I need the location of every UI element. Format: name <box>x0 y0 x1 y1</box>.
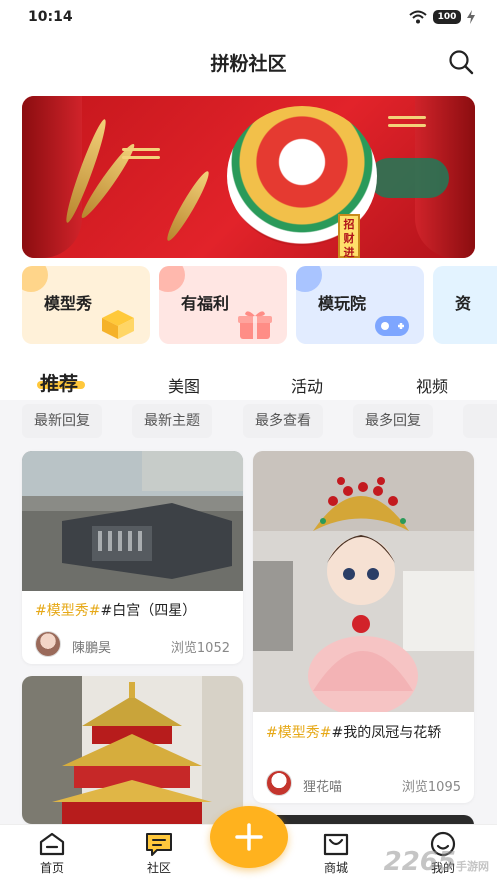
post-card[interactable]: #模型秀##我的凤冠与花轿 狸花喵 浏览1095 <box>253 451 474 803</box>
post-image <box>22 676 243 824</box>
category-label: 有福利 <box>181 294 230 313</box>
category-welfare[interactable]: 有福利 <box>159 266 287 344</box>
gold-leaf-decoration <box>162 168 214 244</box>
lucky-sign: 招财进 <box>338 214 360 258</box>
wifi-icon <box>409 10 427 24</box>
tab-events[interactable]: 活动 <box>291 373 323 397</box>
nav-label: 商城 <box>323 861 348 875</box>
post-image <box>22 451 243 591</box>
promo-banner[interactable]: 招财进 <box>22 96 475 258</box>
filter-more[interactable] <box>463 404 497 438</box>
filter-most-viewed[interactable]: 最多查看 <box>243 404 323 438</box>
post-views: 浏览1095 <box>401 780 461 795</box>
wave-decoration <box>388 116 426 119</box>
avatar[interactable] <box>35 631 61 657</box>
filter-latest-topic[interactable]: 最新主题 <box>132 404 212 438</box>
category-model-hall[interactable]: 模玩院 <box>296 266 424 344</box>
site-watermark: 2265手游网 <box>384 847 489 877</box>
category-label: 模玩院 <box>318 294 367 313</box>
gift-icon <box>238 311 272 339</box>
page-title: 拼粉社区 <box>210 52 287 75</box>
category-model-show[interactable]: 模型秀 <box>22 266 150 344</box>
nav-label: 社区 <box>146 861 171 875</box>
post-card[interactable]: #模型秀##白宫（四星） 陳鵬昊 浏览1052 <box>22 451 243 664</box>
nav-home[interactable]: 首页 <box>22 831 82 876</box>
post-author[interactable]: 狸花喵 <box>303 776 342 795</box>
watermark-sub: 手游网 <box>456 860 489 873</box>
category-label: 模型秀 <box>44 294 93 313</box>
charging-icon <box>467 10 475 24</box>
wave-decoration <box>388 124 426 127</box>
nav-community[interactable]: 社区 <box>129 831 189 876</box>
content-tabs: 推荐 美图 活动 视频 <box>0 364 497 400</box>
nav-label: 首页 <box>39 861 64 875</box>
nav-shop[interactable]: 商城 <box>306 831 366 876</box>
post-author[interactable]: 陳鵬昊 <box>72 637 111 656</box>
home-icon <box>39 832 65 856</box>
gamepad-icon <box>375 316 409 336</box>
post-title-text: #我的凤冠与花轿 <box>331 725 442 741</box>
category-blob <box>296 266 322 292</box>
avatar[interactable] <box>266 770 292 796</box>
status-bar: 10:14 100 <box>0 0 497 34</box>
tab-videos[interactable]: 视频 <box>416 373 448 397</box>
filter-latest-reply[interactable]: 最新回复 <box>22 404 102 438</box>
top-bar: 拼粉社区 <box>0 34 497 90</box>
sort-filters: 最新回复 最新主题 最多查看 最多回复 <box>22 404 497 438</box>
watermark-main: 2265 <box>383 847 456 877</box>
post-views: 浏览1052 <box>170 641 230 656</box>
wave-decoration <box>122 156 160 159</box>
community-icon <box>146 833 172 856</box>
category-blob <box>159 266 185 292</box>
tab-recommend[interactable]: 推荐 <box>40 369 78 396</box>
post-title: #模型秀##白宫（四星） <box>35 601 230 621</box>
plus-icon <box>235 823 263 851</box>
post-topic[interactable]: #模型秀# <box>266 725 331 741</box>
tab-pictures[interactable]: 美图 <box>168 373 200 397</box>
status-icons: 100 <box>409 10 475 24</box>
search-icon[interactable] <box>447 48 475 76</box>
status-time: 10:14 <box>28 9 73 25</box>
category-label: 资 <box>455 294 472 313</box>
box-icon <box>102 310 134 339</box>
post-topic[interactable]: #模型秀# <box>35 603 100 619</box>
category-resources[interactable]: 资 <box>433 266 497 344</box>
category-row: 模型秀 有福利 模玩院 资 <box>22 266 497 346</box>
filter-most-replied[interactable]: 最多回复 <box>353 404 433 438</box>
battery-icon: 100 <box>433 10 461 24</box>
curtain-left <box>22 96 82 258</box>
wave-decoration <box>122 148 160 151</box>
shop-icon <box>323 833 349 856</box>
post-title: #模型秀##我的凤冠与花轿 <box>266 723 461 743</box>
create-post-button[interactable] <box>210 806 288 868</box>
cloud-decoration <box>369 158 449 198</box>
post-title-text: #白宫（四星） <box>100 603 197 619</box>
post-image <box>253 451 474 712</box>
post-card[interactable] <box>22 676 243 824</box>
category-blob <box>22 266 48 292</box>
